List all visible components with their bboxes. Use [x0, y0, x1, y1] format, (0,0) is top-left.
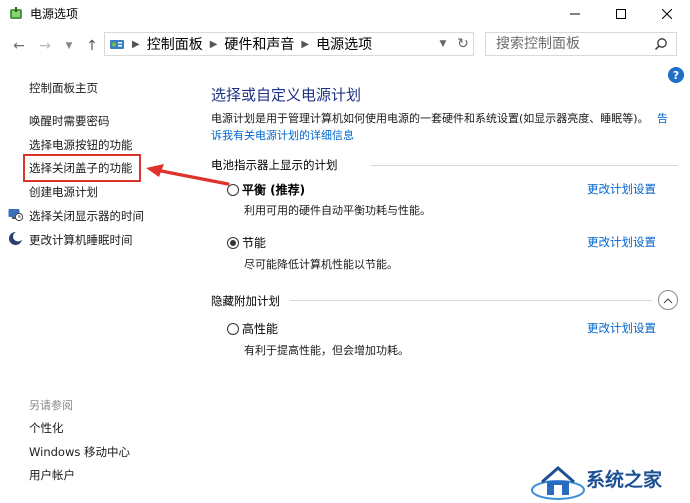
- hidden-plans-section-title[interactable]: 隐藏附加计划: [211, 293, 280, 309]
- house-logo-icon: [531, 466, 585, 500]
- forward-arrow-icon: →: [39, 38, 51, 54]
- chevron-up-icon: [663, 297, 673, 303]
- back-arrow-icon: ←: [13, 38, 25, 54]
- plan-high-performance-description: 有利于提高性能，但会增加功耗。: [244, 344, 409, 357]
- maximize-button[interactable]: [598, 0, 644, 28]
- power-options-icon: [10, 7, 22, 19]
- help-icon[interactable]: ?: [668, 67, 684, 83]
- highlight-box: [23, 154, 141, 182]
- plan-high-performance-change-link[interactable]: 更改计划设置: [587, 320, 656, 336]
- page-title: 选择或自定义电源计划: [211, 86, 362, 104]
- monitor-clock-icon: [8, 209, 23, 222]
- breadcrumb-power-options[interactable]: 电源选项: [316, 34, 372, 54]
- chevron-down-icon: ▼: [439, 39, 447, 49]
- plan-balanced-description: 利用可用的硬件自动平衡功耗与性能。: [244, 204, 431, 217]
- search-box[interactable]: [485, 32, 677, 56]
- window-title: 电源选项: [30, 7, 79, 21]
- address-bar[interactable]: ▶ 控制面板 ▶ 硬件和声音 ▶ 电源选项: [104, 32, 474, 56]
- watermark: 系统之家: [526, 458, 690, 503]
- plan-balanced-name[interactable]: 平衡 (推荐): [242, 181, 305, 198]
- forward-button[interactable]: →: [36, 38, 54, 54]
- watermark-text: 系统之家: [586, 469, 663, 491]
- refresh-button[interactable]: ↻: [453, 32, 473, 56]
- title-bar: 电源选项: [0, 0, 690, 28]
- plan-power-saver-description: 尽可能降低计算机性能以节能。: [244, 258, 398, 271]
- plan-balanced-change-link[interactable]: 更改计划设置: [587, 181, 656, 197]
- battery-section-title: 电池指示器上显示的计划: [211, 158, 338, 172]
- up-arrow-icon: ↑: [86, 38, 98, 54]
- section-divider: [290, 300, 652, 301]
- navigation-bar: ← → ▼ ↑ ▶ 控制面板 ▶ 硬件和声音 ▶ 电源选项 ▼ ↻: [0, 28, 690, 64]
- moon-icon: [9, 231, 23, 245]
- task-create-plan-link[interactable]: 创建电源计划: [29, 184, 98, 200]
- recent-locations-button[interactable]: ▼: [62, 38, 76, 54]
- control-panel-home-link[interactable]: 控制面板主页: [29, 80, 98, 96]
- description-text: 电源计划是用于管理计算机如何使用电源的一套硬件和系统设置(如显示器亮度、睡眠等)…: [211, 112, 649, 125]
- up-button[interactable]: ↑: [84, 38, 100, 54]
- refresh-icon: ↻: [457, 36, 469, 52]
- plan-power-saver-change-link[interactable]: 更改计划设置: [587, 234, 656, 250]
- see-also-mobility-center-link[interactable]: Windows 移动中心: [29, 444, 130, 460]
- see-also-title: 另请参阅: [29, 399, 73, 412]
- plan-power-saver-radio[interactable]: [227, 237, 239, 249]
- plan-high-performance-radio[interactable]: [227, 323, 239, 335]
- close-icon: [662, 9, 672, 19]
- minimize-icon: [570, 13, 580, 15]
- back-button[interactable]: ←: [10, 38, 28, 54]
- see-also-personalization-link[interactable]: 个性化: [29, 420, 64, 436]
- breadcrumb-separator-icon: ▶: [209, 38, 218, 50]
- search-icon[interactable]: [654, 37, 668, 51]
- control-panel-icon: [110, 40, 124, 49]
- address-dropdown-button[interactable]: ▼: [434, 32, 452, 56]
- plan-high-performance-name[interactable]: 高性能: [242, 320, 278, 337]
- task-require-password-link[interactable]: 唤醒时需要密码: [29, 113, 110, 129]
- learn-more-link[interactable]: 诉我有关电源计划的详细信息: [211, 127, 354, 143]
- breadcrumb-separator-icon: ▶: [301, 38, 310, 50]
- breadcrumb-control-panel[interactable]: 控制面板: [147, 34, 203, 54]
- task-display-off-link[interactable]: 选择关闭显示器的时间: [29, 208, 144, 224]
- search-input[interactable]: [494, 35, 658, 53]
- plan-balanced-radio[interactable]: [227, 184, 239, 196]
- task-power-button-link[interactable]: 选择电源按钮的功能: [29, 137, 133, 153]
- collapse-button[interactable]: [658, 290, 678, 310]
- maximize-icon: [616, 9, 626, 19]
- breadcrumb-hardware-sound[interactable]: 硬件和声音: [224, 34, 294, 54]
- close-button[interactable]: [644, 0, 690, 28]
- plan-power-saver-name[interactable]: 节能: [242, 234, 266, 251]
- minimize-button[interactable]: [552, 0, 598, 28]
- task-sleep-time-link[interactable]: 更改计算机睡眠时间: [29, 232, 133, 248]
- see-also-user-accounts-link[interactable]: 用户帐户: [29, 467, 75, 483]
- section-divider: [371, 165, 678, 166]
- chevron-down-icon: ▼: [65, 41, 73, 51]
- learn-more-link-head[interactable]: 告: [657, 110, 668, 126]
- breadcrumb-separator-icon: ▶: [132, 38, 140, 50]
